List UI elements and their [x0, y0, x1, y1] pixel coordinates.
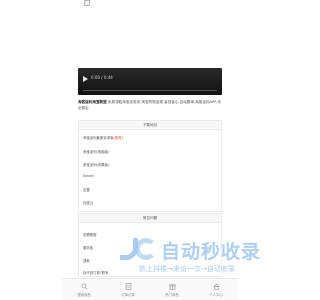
video-player[interactable]: 0:00 / 0:44: [78, 68, 222, 95]
tab-hot[interactable]: 热门商品: [150, 279, 194, 300]
video-time: 0:00 / 0:44: [91, 75, 113, 80]
gift-icon: [168, 283, 176, 290]
download-section: 下载地址 淘宝返利最新安卓版(推荐) 淘宝返利(电脑版) 淘宝返利(苹果版) S…: [78, 120, 222, 212]
watermark-title: 自动秒收录: [161, 241, 262, 263]
recommended-tag: (推荐): [113, 136, 123, 140]
description-title: 淘客返利淘宝联盟: [78, 100, 107, 104]
bottom-tab-bar: 搜索商品 订单记录 热门商品 个人中心: [62, 278, 238, 300]
download-link[interactable]: 淘宝返利最新安卓版(推荐): [83, 135, 123, 140]
tab-orders-label: 订单记录: [121, 292, 135, 297]
video-progress-bar[interactable]: [83, 90, 217, 91]
download-link-label: Steam: [83, 174, 94, 178]
list-icon: [125, 282, 131, 290]
download-link[interactable]: 迅雷: [83, 187, 90, 192]
tab-profile-label: 个人中心: [209, 292, 223, 297]
search-icon: [80, 282, 88, 290]
tab-search-label: 搜索商品: [77, 292, 91, 297]
download-link-label: 百度云: [83, 201, 94, 205]
download-link[interactable]: Steam: [83, 174, 94, 178]
home-icon: [212, 283, 220, 290]
faq-header: 常见问题: [79, 214, 221, 223]
download-link-label: 淘宝返利(苹果版): [83, 163, 110, 167]
broken-image-icon: [84, 0, 90, 6]
download-link-label: 迅雷: [83, 188, 90, 192]
tab-orders[interactable]: 订单记录: [106, 279, 150, 300]
tab-search[interactable]: 搜索商品: [62, 279, 106, 300]
download-link[interactable]: 百度云: [83, 200, 93, 205]
faq-item[interactable]: 找不到订单?联系: [83, 270, 109, 275]
app-description: 淘客返利淘宝联盟 免费领取淘宝优惠券,淘宝购物返现,省钱省心,自动跟单,淘客返利…: [78, 99, 224, 111]
watermark-subtitle: 数上排楼→来访一次→自动收录: [139, 265, 235, 273]
faq-item[interactable]: 退款: [83, 258, 90, 263]
watermark-ring-icon: [135, 238, 157, 260]
faq-item[interactable]: 查看教程: [83, 232, 97, 237]
faq-item[interactable]: 服务费: [83, 245, 93, 250]
watermark: 自动秒收录 数上排楼→来访一次→自动收录: [117, 234, 297, 276]
download-link-label: 淘宝返利最新安卓版: [83, 136, 114, 140]
play-icon[interactable]: [83, 76, 88, 82]
download-link[interactable]: 淘宝返利(电脑版): [83, 149, 109, 154]
download-header: 下载地址: [79, 121, 221, 130]
download-link[interactable]: 淘宝返利(苹果版): [83, 162, 109, 167]
tab-profile[interactable]: 个人中心: [194, 279, 238, 300]
download-link-label: 淘宝返利(电脑版): [83, 150, 110, 154]
tab-hot-label: 热门商品: [165, 292, 179, 297]
